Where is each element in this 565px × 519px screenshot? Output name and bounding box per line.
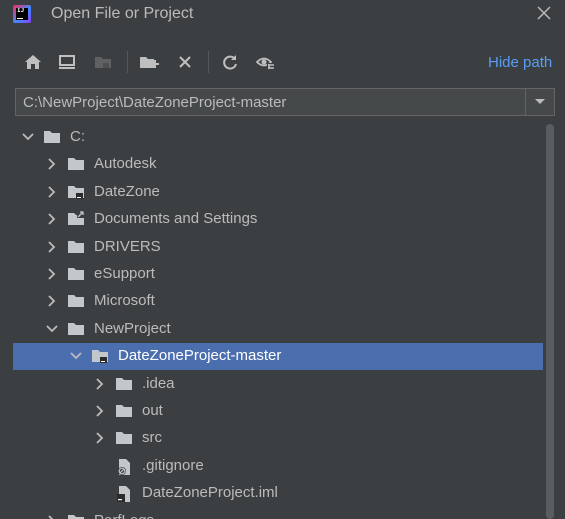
- folder-icon: [67, 239, 85, 255]
- chevron-down-icon[interactable]: [45, 322, 59, 336]
- title-bar: IJ Open File or Project: [0, 0, 565, 32]
- folder-icon: [67, 156, 85, 172]
- module-file-icon: [115, 485, 133, 503]
- tree-item-label: PerfLogs: [94, 512, 154, 519]
- chevron-down-icon[interactable]: [69, 349, 83, 363]
- tree-item[interactable]: PerfLogs: [13, 508, 545, 519]
- chevron-right-icon[interactable]: [93, 377, 107, 391]
- tree-item[interactable]: DateZoneProject.iml: [13, 480, 545, 507]
- tree-item-label: NewProject: [94, 319, 171, 337]
- folder-icon: [115, 430, 133, 446]
- toolbar-separator: [127, 51, 128, 73]
- folder-icon: [115, 403, 133, 419]
- chevron-right-icon[interactable]: [45, 212, 59, 226]
- link-folder-icon: [67, 211, 85, 227]
- toolbar: Hide path: [0, 46, 565, 80]
- folder-icon: [67, 321, 85, 337]
- hide-path-link[interactable]: Hide path: [488, 54, 552, 71]
- tree-item-label: DateZoneProject-master: [118, 347, 282, 365]
- project-folder-icon: [91, 348, 109, 364]
- scrollbar-thumb[interactable]: [546, 124, 554, 519]
- path-input[interactable]: [16, 89, 524, 115]
- tree-item-label: src: [142, 429, 162, 447]
- tree-item-label: Microsoft: [94, 292, 155, 310]
- tree-item-label: eSupport: [94, 265, 155, 282]
- tree-item[interactable]: C:: [13, 124, 545, 151]
- project-folder-icon: [67, 184, 85, 200]
- tree-item[interactable]: DateZone: [13, 179, 545, 206]
- file-tree[interactable]: C: Autodesk DateZone Documents and Settings…: [13, 124, 558, 519]
- refresh-icon[interactable]: [218, 50, 242, 74]
- window-title: Open File or Project: [51, 5, 194, 22]
- tree-item[interactable]: Autodesk: [13, 151, 545, 178]
- chevron-right-icon[interactable]: [93, 404, 107, 418]
- folder-icon: [67, 266, 85, 282]
- vertical-scrollbar[interactable]: [543, 124, 557, 519]
- tree-item[interactable]: DRIVERS: [13, 234, 545, 261]
- toolbar-separator: [208, 51, 209, 73]
- tree-item-label: Documents and Settings: [94, 210, 258, 228]
- project-folder-icon[interactable]: [91, 50, 115, 74]
- tree-item[interactable]: NewProject: [13, 316, 545, 343]
- chevron-right-icon[interactable]: [93, 431, 107, 445]
- chevron-right-icon[interactable]: [45, 294, 59, 308]
- chevron-right-icon[interactable]: [45, 267, 59, 281]
- intellij-logo-icon: IJ: [13, 5, 31, 23]
- tree-item-label: Autodesk: [94, 155, 157, 173]
- delete-icon[interactable]: [173, 50, 197, 74]
- tree-item[interactable]: eSupport: [13, 261, 545, 288]
- folder-icon: [43, 129, 61, 145]
- new-folder-icon[interactable]: [137, 50, 161, 74]
- tree-item[interactable]: .idea: [13, 371, 545, 398]
- tree-item[interactable]: DateZoneProject-master: [13, 343, 545, 371]
- tree-item[interactable]: Microsoft: [13, 288, 545, 315]
- ignored-file-icon: [115, 458, 133, 475]
- home-icon[interactable]: [21, 50, 45, 74]
- chevron-right-icon[interactable]: [45, 157, 59, 171]
- folder-icon: [115, 376, 133, 392]
- desktop-icon[interactable]: [55, 50, 79, 74]
- tree-item-label: DateZone: [94, 182, 160, 200]
- tree-item[interactable]: .gitignore: [13, 453, 545, 480]
- folder-icon: [67, 293, 85, 309]
- tree-item-label: out: [142, 402, 163, 419]
- show-hidden-icon[interactable]: [254, 50, 278, 74]
- chevron-right-icon[interactable]: [45, 185, 59, 199]
- close-icon[interactable]: [533, 2, 555, 24]
- folder-icon: [67, 513, 85, 519]
- path-combobox[interactable]: [15, 88, 555, 116]
- chevron-right-icon[interactable]: [45, 514, 59, 519]
- chevron-down-icon[interactable]: [525, 89, 554, 115]
- tree-item[interactable]: src: [13, 425, 545, 452]
- tree-item-label: C:: [70, 128, 85, 145]
- tree-item[interactable]: out: [13, 398, 545, 425]
- tree-item-label: DateZoneProject.iml: [142, 484, 278, 502]
- tree-item-label: .idea: [142, 374, 175, 392]
- tree-item-label: .gitignore: [142, 456, 204, 474]
- chevron-right-icon[interactable]: [45, 240, 59, 254]
- tree-item-label: DRIVERS: [94, 237, 161, 255]
- chevron-down-icon[interactable]: [21, 130, 35, 144]
- tree-item[interactable]: Documents and Settings: [13, 206, 545, 233]
